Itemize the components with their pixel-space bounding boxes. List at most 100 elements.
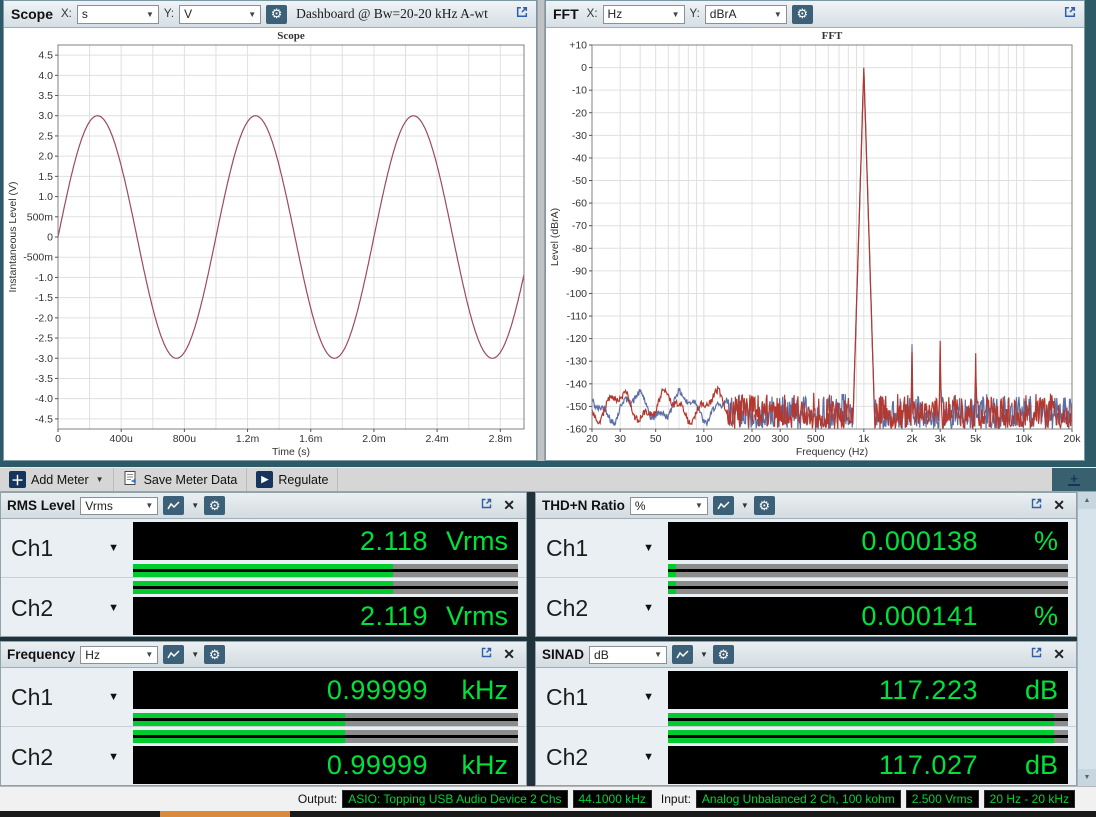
output-device-badge: ASIO: Topping USB Audio Device 2 Chs [342,790,567,808]
popout-icon[interactable] [1030,497,1043,515]
scope-panel: Scope X: s▼ Y: V▼ ⚙ Dashboard @ Bw=20-20… [3,0,537,461]
add-meter-button[interactable]: ＋ Add Meter ▼ [0,468,114,491]
fft-y-unit-select[interactable]: dBrA ▼ [705,5,787,24]
close-icon[interactable]: ✕ [498,497,520,514]
meter-display: 0.99999kHz [133,671,518,709]
panel-splitter[interactable] [537,0,545,461]
svg-text:30: 30 [614,433,626,445]
meter-display: 117.027dB [668,746,1068,784]
popout-icon[interactable] [480,646,493,664]
input-config-badge: Analog Unbalanced 2 Ch, 100 kohm [696,790,901,808]
meter-value-unit: % [978,526,1058,557]
svg-text:-20: -20 [572,107,587,119]
gear-icon[interactable]: ⚙ [204,645,225,664]
meter-unit-select[interactable]: %▼ [630,497,708,515]
pin-panel-icon[interactable]: + [1068,473,1080,486]
chevron-down-icon: ▼ [643,542,654,554]
svg-text:Frequency (Hz): Frequency (Hz) [796,446,868,458]
chevron-down-icon[interactable]: ▼ [741,501,749,510]
meter-graph-icon[interactable] [672,645,693,664]
scroll-down-icon[interactable]: ▼ [1078,769,1096,786]
meter-bar [668,713,1068,726]
channel-selector[interactable]: Ch1▼ [1,519,133,577]
scope-x-unit-select[interactable]: s▼ [77,5,159,24]
vertical-scrollbar[interactable]: ▲ ▼ [1077,492,1096,786]
popout-icon[interactable] [1030,646,1043,664]
svg-text:50: 50 [650,433,662,445]
svg-text:100: 100 [695,433,713,445]
meter-graph-icon[interactable] [163,496,184,515]
chevron-down-icon[interactable]: ▼ [191,501,199,510]
gear-icon[interactable]: ⚙ [792,5,813,24]
scrollbar-track[interactable] [1078,509,1096,769]
chevron-down-icon: ▼ [774,10,782,19]
channel-selector[interactable]: Ch2▼ [1,578,133,638]
regulate-button[interactable]: ▶ Regulate [247,468,338,491]
chevron-down-icon: ▼ [96,475,104,484]
channel-selector[interactable]: Ch2▼ [1,727,133,787]
chevron-down-icon: ▼ [643,751,654,763]
meter-graph-icon[interactable] [163,645,184,664]
chevron-down-icon: ▼ [643,602,654,614]
gear-icon[interactable]: ⚙ [713,645,734,664]
svg-text:0: 0 [55,433,61,445]
meter-unit-select[interactable]: dB▼ [589,646,667,664]
svg-text:-80: -80 [572,243,587,255]
regulate-label: Regulate [278,473,328,487]
fft-x-unit-select[interactable]: Hz▼ [603,5,685,24]
chevron-down-icon[interactable]: ▼ [191,650,199,659]
svg-text:500: 500 [807,433,825,445]
svg-text:-160: -160 [566,424,587,436]
chevron-down-icon: ▼ [146,10,154,19]
meter-display: 2.119Vrms [133,597,518,635]
meter-bar [668,564,1068,577]
gear-icon[interactable]: ⚙ [266,5,287,24]
scroll-up-icon[interactable]: ▲ [1078,492,1096,509]
chevron-down-icon[interactable]: ▼ [700,650,708,659]
meter-panel-thdn-ratio: THD+N Ratio %▼ ▼ ⚙ ✕ Ch1 ▼ 0.000138% [535,492,1077,637]
meter-value: 0.000141 [676,601,978,632]
chevron-down-icon: ▼ [108,751,119,763]
meter-value: 0.000138 [676,526,978,557]
meter-unit-select[interactable]: Vrms▼ [80,497,158,515]
chevron-down-icon: ▼ [108,602,119,614]
channel-selector[interactable]: Ch1▼ [1,668,133,726]
close-icon[interactable]: ✕ [1048,646,1070,663]
popout-icon[interactable] [1063,5,1077,24]
channel-selector[interactable]: Ch2▼ [536,727,668,787]
scope-y-unit-select[interactable]: V▼ [179,5,261,24]
meter-unit-select[interactable]: Hz▼ [80,646,158,664]
play-icon: ▶ [256,471,273,488]
chevron-down-icon: ▼ [145,650,153,659]
meter-bar [668,581,1068,594]
close-icon[interactable]: ✕ [1048,497,1070,514]
gear-icon[interactable]: ⚙ [754,496,775,515]
audio-analyzer-window: Scope X: s▼ Y: V▼ ⚙ Dashboard @ Bw=20-20… [0,0,1096,817]
close-icon[interactable]: ✕ [498,646,520,663]
svg-text:-3.0: -3.0 [35,353,53,365]
fft-y-unit-value: dBrA [710,7,737,21]
svg-text:-130: -130 [566,356,587,368]
meter-graph-icon[interactable] [713,496,734,515]
svg-text:1.0: 1.0 [38,191,53,203]
bottom-edge-strip [0,811,1096,817]
popout-icon[interactable] [515,5,529,24]
channel-name: Ch1 [546,535,588,562]
svg-text:-2.5: -2.5 [35,333,53,345]
channel-selector[interactable]: Ch1 ▼ [536,519,668,577]
fft-x-unit-value: Hz [608,7,623,21]
channel-selector[interactable]: Ch2▼ [536,578,668,638]
svg-text:2.0m: 2.0m [362,433,386,445]
svg-text:500m: 500m [27,211,54,223]
save-meter-data-button[interactable]: Save Meter Data [114,468,248,491]
scope-chart: Scope0400u800u1.2m1.6m2.0m2.4m2.8m4.54.0… [4,28,536,460]
svg-text:3.5: 3.5 [38,90,53,102]
taskbar-highlight [160,811,290,817]
channel-selector[interactable]: Ch1▼ [536,668,668,726]
gear-icon[interactable]: ⚙ [204,496,225,515]
svg-text:-90: -90 [572,265,587,277]
svg-text:Time (s): Time (s) [272,446,310,458]
popout-icon[interactable] [480,497,493,515]
meter-header: THD+N Ratio %▼ ▼ ⚙ ✕ [536,493,1076,519]
svg-text:800u: 800u [173,433,197,445]
